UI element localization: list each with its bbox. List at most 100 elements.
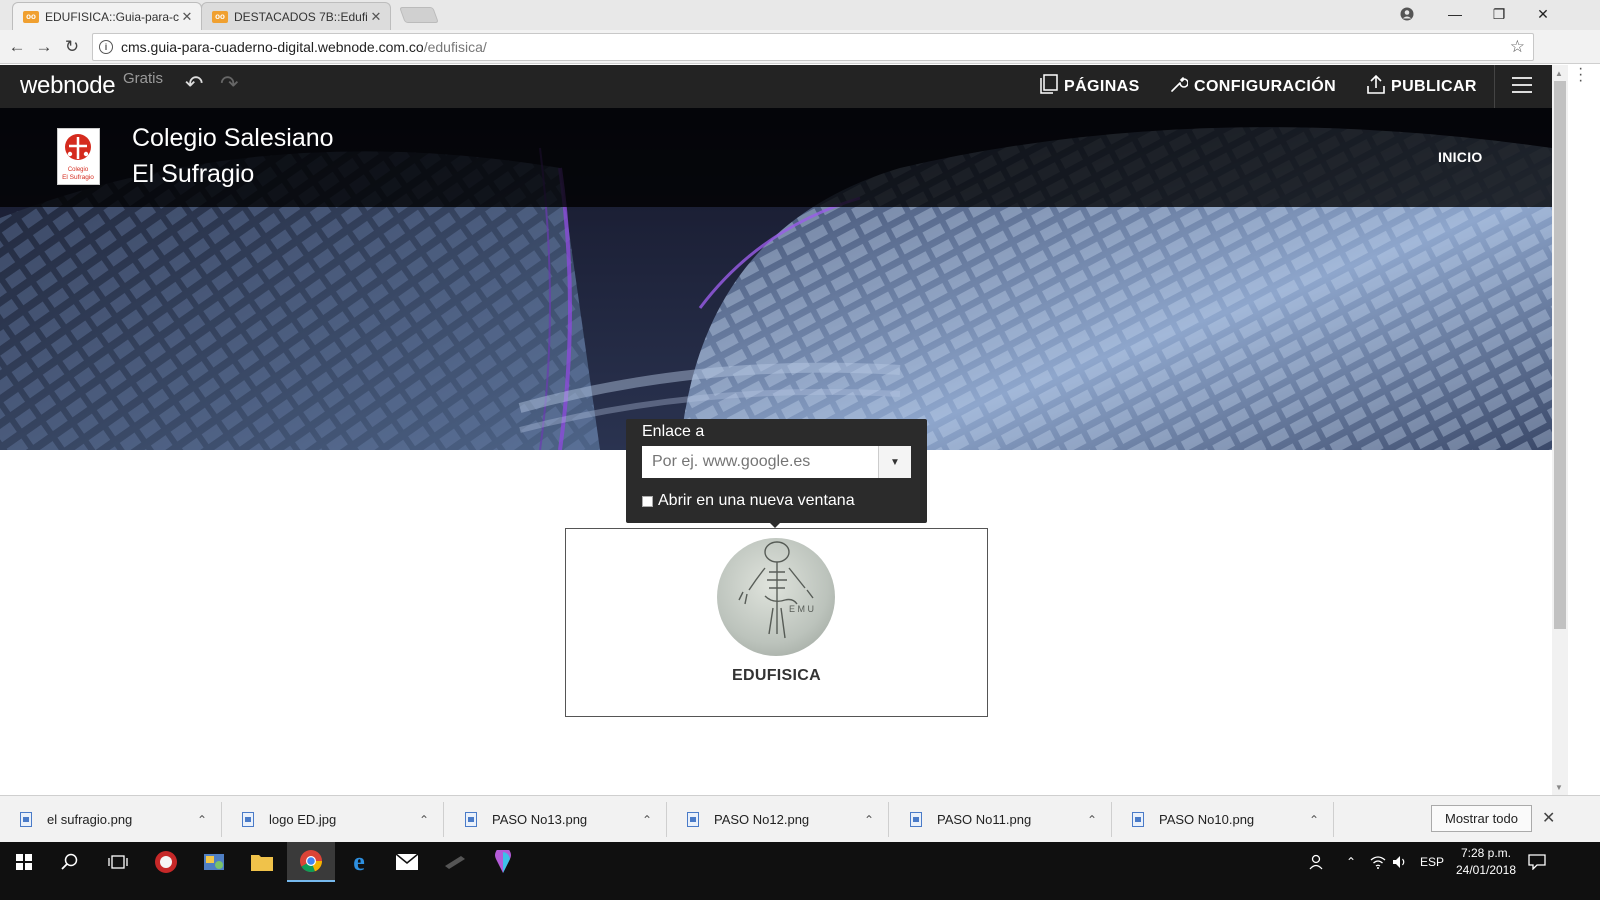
browser-tab-strip: oo EDUFISICA::Guia-para-cu ✕ oo DESTACAD… [0,0,1600,30]
wrench-icon [1170,75,1189,98]
new-window-checkbox[interactable] [642,496,653,507]
download-filename: el sufragio.png [47,812,133,827]
tab-title: EDUFISICA::Guia-para-cu [45,9,179,24]
people-icon[interactable] [1308,842,1326,882]
svg-text:E M U: E M U [789,604,814,614]
undo-icon[interactable]: ↶ [185,71,203,97]
site-header: Colegio El Sufragio Colegio Salesiano El… [0,108,1552,207]
paint-3d-icon[interactable] [479,842,527,882]
new-tab-button[interactable] [399,7,439,23]
browser-menu-icon[interactable]: · · · [1578,61,1583,89]
control-panel-icon[interactable] [190,842,238,882]
card-image[interactable]: E M U [717,538,835,656]
webnode-logo[interactable]: webnode [20,72,116,100]
file-explorer-icon[interactable] [238,842,286,882]
school-logo[interactable]: Colegio El Sufragio [57,128,100,185]
input-language[interactable]: ESP [1420,842,1444,882]
download-filename: logo ED.jpg [269,812,337,827]
hamburger-menu-icon[interactable] [1512,77,1532,98]
wifi-icon[interactable] [1370,842,1386,882]
browser-tab-edufisica[interactable]: oo EDUFISICA::Guia-para-cu ✕ [12,2,202,30]
download-item[interactable]: PASO No10.png ⌃ [1112,796,1334,843]
chevron-up-icon[interactable]: ⌃ [404,813,444,827]
show-all-downloads-button[interactable]: Mostrar todo [1431,805,1532,832]
image-file-icon [465,812,477,827]
windows-start-icon[interactable] [0,842,48,882]
pages-icon [1040,74,1058,99]
download-shelf: el sufragio.png ⌃ logo ED.jpg ⌃ PASO No1… [0,795,1600,842]
redo-icon[interactable]: ↷ [220,71,238,97]
chrome-icon[interactable] [287,842,335,882]
link-popup: Enlace a ▼ Abrir en una nueva ventana [626,419,927,528]
new-window-label[interactable]: Abrir en una nueva ventana [658,492,855,510]
scrollbar-thumb[interactable] [1554,81,1566,629]
browser-toolbar: ← → ↻ i cms.guia-para-cuaderno-digital.w… [0,30,1600,89]
download-item[interactable]: PASO No11.png ⌃ [890,796,1112,843]
content-card[interactable]: E M U EDUFISICA [565,528,988,717]
mail-icon[interactable] [383,842,431,882]
windows-taskbar: e ⌃ ESP 7:28 p.m. 24/01/2018 [0,842,1600,882]
window-close-icon[interactable]: ✕ [1520,0,1566,28]
download-item[interactable]: PASO No13.png ⌃ [445,796,667,843]
internet-explorer-icon[interactable]: e [335,842,383,882]
download-item[interactable]: PASO No12.png ⌃ [667,796,889,843]
back-arrow-icon[interactable]: ← [5,35,29,59]
chevron-down-icon[interactable]: ▼ [878,446,911,478]
pages-label: PÁGINAS [1064,77,1140,95]
action-center-icon[interactable] [1528,842,1546,882]
chevron-up-icon[interactable]: ⌃ [1346,842,1356,882]
tab-title: DESTACADOS 7B::Edufisi [234,9,368,24]
chevron-up-icon[interactable]: ⌃ [1072,813,1112,827]
download-item[interactable]: logo ED.jpg ⌃ [222,796,444,843]
chevron-up-icon[interactable]: ⌃ [849,813,889,827]
url-host: cms.guia-para-cuaderno-digital.webnode.c… [121,39,424,55]
image-file-icon [1132,812,1144,827]
publish-button[interactable]: PUBLICAR [1367,65,1477,108]
download-filename: PASO No13.png [492,812,588,827]
download-filename: PASO No10.png [1159,812,1255,827]
image-file-icon [242,812,254,827]
site-info-icon[interactable]: i [99,40,113,54]
nav-link-inicio[interactable]: INICIO [1438,149,1483,165]
search-icon[interactable] [46,842,94,882]
address-bar[interactable]: i cms.guia-para-cuaderno-digital.webnode… [92,33,1534,61]
chevron-up-icon[interactable]: ⌃ [182,813,222,827]
image-file-icon [687,812,699,827]
webnode-favicon-icon: oo [23,10,39,23]
link-popup-title: Enlace a [642,423,705,440]
download-filename: PASO No12.png [714,812,810,827]
volume-icon[interactable] [1392,842,1408,882]
anatomy-sketch-icon: E M U [738,541,814,639]
taskbar-clock[interactable]: 7:28 p.m. 24/01/2018 [1444,845,1528,879]
tab-close-icon[interactable]: ✕ [179,9,195,25]
clock-time: 7:28 p.m. [1460,846,1512,860]
logo-text-line1: Colegio [68,167,89,173]
bookmark-star-icon[interactable]: ☆ [1510,37,1525,57]
site-title-line1[interactable]: Colegio Salesiano [132,124,334,153]
settings-button[interactable]: CONFIGURACIÓN [1170,65,1336,108]
scroll-down-icon[interactable]: ▼ [1555,783,1563,792]
download-filename: PASO No11.png [937,812,1032,827]
browser-tab-destacados[interactable]: oo DESTACADOS 7B::Edufisi ✕ [201,2,391,30]
image-file-icon [20,812,32,827]
close-shelf-icon[interactable]: ✕ [1542,808,1555,828]
chevron-up-icon[interactable]: ⌃ [627,813,667,827]
tab-close-icon[interactable]: ✕ [368,9,384,25]
profile-icon[interactable] [1384,0,1430,28]
forward-arrow-icon[interactable]: → [32,35,56,59]
download-item[interactable]: el sufragio.png ⌃ [0,796,222,843]
restore-icon[interactable]: ❐ [1476,0,1522,28]
scroll-up-icon[interactable]: ▲ [1555,69,1563,78]
card-caption[interactable]: EDUFISICA [566,667,987,685]
app-red-circle-icon[interactable] [142,842,190,882]
settings-label: CONFIGURACIÓN [1194,77,1337,95]
site-title-line2[interactable]: El Sufragio [132,160,254,189]
chevron-up-icon[interactable]: ⌃ [1294,813,1334,827]
reload-icon[interactable]: ↻ [60,35,84,59]
app-dark-icon[interactable] [431,842,479,882]
task-view-icon[interactable] [94,842,142,882]
pages-button[interactable]: PÁGINAS [1040,65,1140,108]
link-url-input[interactable] [642,446,878,478]
page-scrollbar[interactable]: ▲ ▼ [1552,65,1568,795]
minimize-icon[interactable]: — [1432,0,1478,28]
